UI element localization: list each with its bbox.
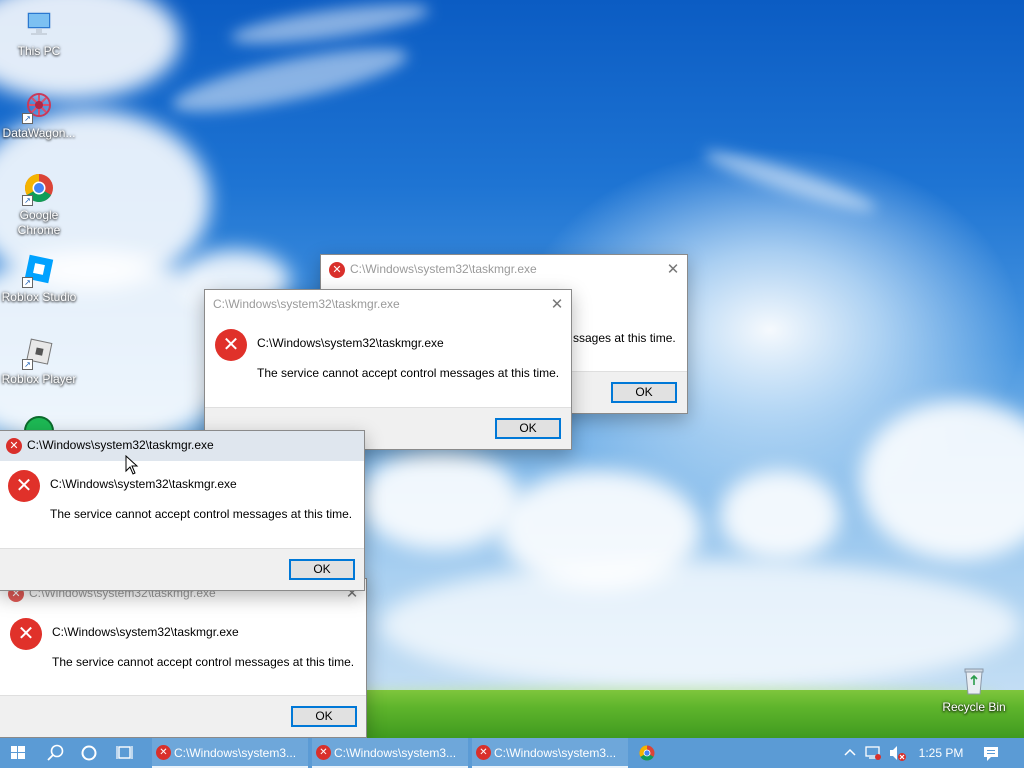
taskbar: ✕ C:\Windows\system3... ✕ C:\Windows\sys… bbox=[0, 738, 1024, 768]
error-icon: ✕ bbox=[329, 262, 345, 278]
close-icon[interactable]: ✕ bbox=[657, 255, 687, 285]
cortana-button[interactable] bbox=[72, 738, 106, 768]
taskbar-task[interactable]: ✕ C:\Windows\system3... bbox=[152, 738, 308, 768]
taskbar-task[interactable]: ✕ C:\Windows\system3... bbox=[472, 738, 628, 768]
taskbar-task-label: C:\Windows\system3... bbox=[174, 746, 297, 760]
desktop-icon-label: Recycle Bin bbox=[942, 700, 1006, 714]
taskbar-task-label: C:\Windows\system3... bbox=[334, 746, 457, 760]
tray-overflow-button[interactable] bbox=[840, 738, 860, 768]
chrome-icon: ↗ bbox=[22, 172, 56, 206]
cortana-circle-icon bbox=[81, 745, 97, 761]
shortcut-arrow-icon: ↗ bbox=[22, 195, 33, 206]
start-button[interactable] bbox=[0, 738, 36, 768]
roblox-player-icon: ↗ bbox=[22, 336, 56, 370]
dialog-heading: C:\Windows\system32\taskmgr.exe bbox=[52, 625, 239, 639]
error-dialog-3[interactable]: ✕ C:\Windows\system32\taskmgr.exe ✕ C:\W… bbox=[0, 430, 365, 591]
desktop-icon-roblox-studio[interactable]: ↗ Roblox Studio bbox=[1, 254, 77, 305]
dialog-title: C:\Windows\system32\taskmgr.exe bbox=[350, 262, 537, 276]
error-icon: ✕ bbox=[6, 438, 22, 454]
windows-start-icon bbox=[11, 746, 25, 759]
dialog-heading: C:\Windows\system32\taskmgr.exe bbox=[50, 477, 237, 491]
desktop-icon-datawagon[interactable]: ↗ DataWagon... bbox=[1, 90, 77, 141]
desktop-icon-this-pc[interactable]: This PC bbox=[1, 8, 77, 59]
volume-button[interactable] bbox=[885, 738, 909, 768]
volume-muted-icon bbox=[890, 746, 906, 761]
datawagon-icon: ↗ bbox=[22, 90, 56, 124]
taskbar-task[interactable]: ✕ C:\Windows\system3... bbox=[312, 738, 468, 768]
desktop-icon-recycle-bin[interactable]: Recycle Bin bbox=[936, 664, 1012, 715]
clock[interactable]: 1:25 PM bbox=[912, 738, 970, 768]
search-button[interactable] bbox=[38, 738, 72, 768]
recycle-bin-icon bbox=[957, 664, 991, 698]
mouse-cursor-icon bbox=[125, 454, 139, 475]
dialog-titlebar[interactable]: ✕ C:\Windows\system32\taskmgr.exe bbox=[0, 431, 364, 461]
error-dialog-4[interactable]: ✕ C:\Windows\system32\taskmgr.exe ✕ ✕ C:… bbox=[0, 578, 367, 738]
action-center-button[interactable] bbox=[976, 738, 1006, 768]
close-icon[interactable]: ✕ bbox=[541, 290, 571, 320]
error-dialog-2[interactable]: C:\Windows\system32\taskmgr.exe ✕ ✕ C:\W… bbox=[204, 289, 572, 450]
ok-button[interactable]: OK bbox=[291, 706, 357, 727]
desktop-icon-roblox-player[interactable]: ↗ Roblox Player bbox=[1, 336, 77, 387]
desktop-icon-label: Roblox Player bbox=[1, 372, 77, 386]
ok-button[interactable]: OK bbox=[289, 559, 355, 580]
task-view-button[interactable] bbox=[106, 738, 144, 768]
taskbar-task-label: C:\Windows\system3... bbox=[494, 746, 617, 760]
network-button[interactable] bbox=[862, 738, 884, 768]
error-icon: ✕ bbox=[476, 745, 491, 760]
desktop-icon-google-chrome[interactable]: ↗ Google Chrome bbox=[1, 172, 77, 238]
desktop-icon-label: Roblox Studio bbox=[1, 290, 77, 304]
dialog-title: C:\Windows\system32\taskmgr.exe bbox=[27, 438, 214, 452]
dialog-message: ssages at this time. bbox=[573, 331, 676, 345]
error-icon: ✕ bbox=[8, 470, 40, 502]
dialog-heading: C:\Windows\system32\taskmgr.exe bbox=[257, 336, 444, 350]
dialog-footer: OK bbox=[0, 548, 364, 590]
dialog-message: The service cannot accept control messag… bbox=[52, 655, 355, 669]
error-icon: ✕ bbox=[156, 745, 171, 760]
error-icon: ✕ bbox=[316, 745, 331, 760]
desktop-icon-label: DataWagon... bbox=[2, 126, 76, 140]
shortcut-arrow-icon: ↗ bbox=[22, 277, 33, 288]
computer-icon bbox=[22, 8, 56, 42]
dialog-title: C:\Windows\system32\taskmgr.exe bbox=[213, 297, 400, 311]
search-icon bbox=[47, 744, 64, 761]
error-icon: ✕ bbox=[10, 618, 42, 650]
chrome-icon bbox=[639, 745, 655, 761]
ok-button[interactable]: OK bbox=[611, 382, 677, 403]
desktop-icon-label: Google Chrome bbox=[17, 208, 61, 237]
ok-button[interactable]: OK bbox=[495, 418, 561, 439]
dialog-titlebar[interactable]: ✕ C:\Windows\system32\taskmgr.exe ✕ bbox=[321, 255, 687, 285]
shortcut-arrow-icon: ↗ bbox=[22, 113, 33, 124]
error-icon: ✕ bbox=[215, 329, 247, 361]
action-center-icon bbox=[984, 747, 998, 761]
shortcut-arrow-icon: ↗ bbox=[22, 359, 33, 370]
roblox-studio-icon: ↗ bbox=[22, 254, 56, 288]
network-icon bbox=[865, 746, 881, 760]
chevron-up-icon bbox=[844, 748, 856, 756]
dialog-message: The service cannot accept control messag… bbox=[257, 366, 560, 380]
desktop-icon-label: This PC bbox=[17, 44, 61, 58]
task-view-icon bbox=[116, 746, 133, 759]
dialog-footer: OK bbox=[0, 695, 366, 737]
dialog-titlebar[interactable]: C:\Windows\system32\taskmgr.exe ✕ bbox=[205, 290, 571, 320]
taskbar-pinned-chrome[interactable] bbox=[632, 738, 662, 768]
dialog-message: The service cannot accept control messag… bbox=[50, 507, 353, 521]
